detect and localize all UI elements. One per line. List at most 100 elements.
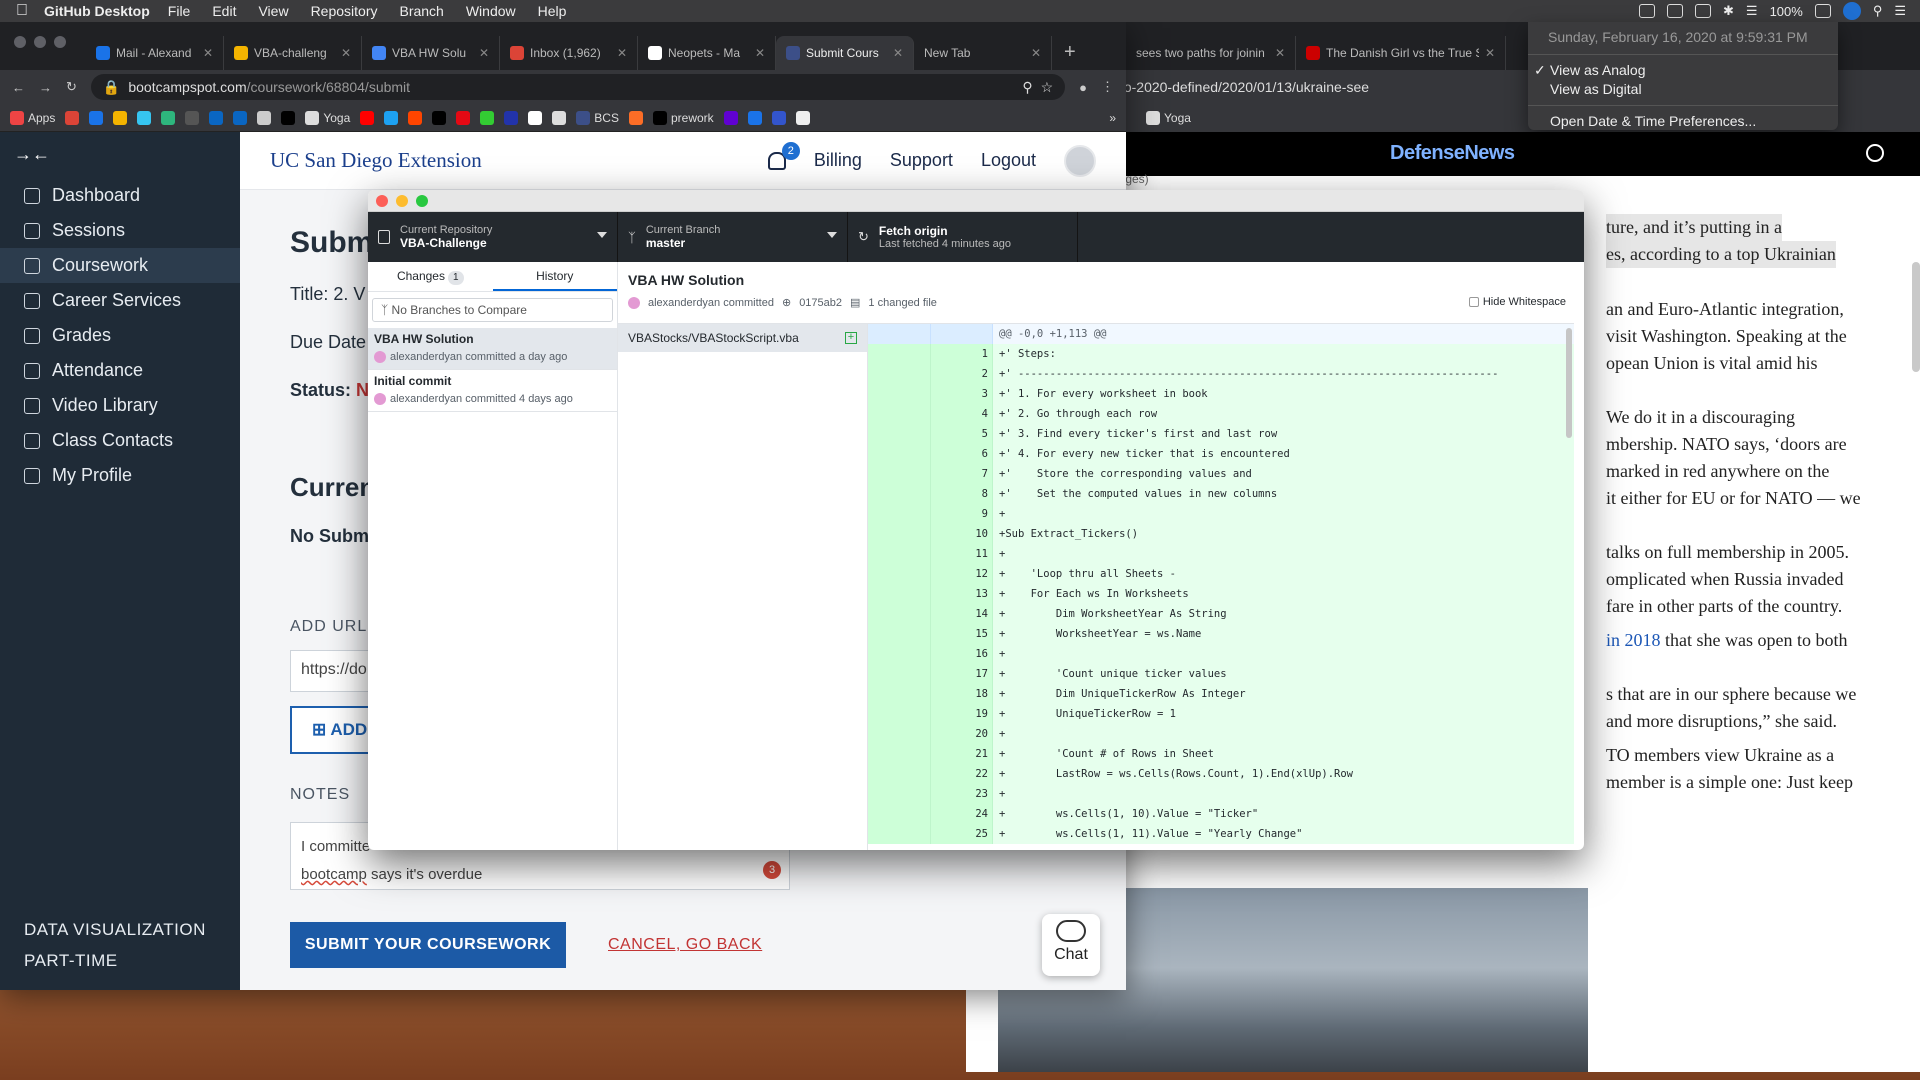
bookmark-icon[interactable] <box>257 110 272 125</box>
collapse-sidebar-icon[interactable]: →← <box>14 144 50 165</box>
bookmark-icon[interactable] <box>233 110 248 125</box>
close-window-button[interactable] <box>14 36 26 48</box>
menu-help[interactable]: Help <box>538 3 567 19</box>
bookmark-icon[interactable] <box>113 110 128 125</box>
close-window-button[interactable] <box>376 195 388 207</box>
bookmark-yoga[interactable]: Yoga <box>1146 111 1191 125</box>
view-as-analog-item[interactable]: ✓ View as Analog <box>1528 61 1838 80</box>
back-icon[interactable]: ← <box>12 80 25 95</box>
fetch-origin-button[interactable]: ↻ Fetch origin Last fetched 4 minutes ago <box>848 212 1078 262</box>
bookmark-icon[interactable] <box>432 110 447 125</box>
yahoo-bookmark-icon[interactable] <box>723 110 738 125</box>
tab-inbox[interactable]: Inbox (1,962) ✕ <box>500 36 638 70</box>
bookmark-icon[interactable] <box>209 110 224 125</box>
search-icon[interactable] <box>1866 144 1884 162</box>
close-icon[interactable]: ✕ <box>893 46 903 60</box>
menu-branch[interactable]: Branch <box>399 3 443 19</box>
gmail-status-icon[interactable] <box>1639 4 1655 18</box>
view-as-digital-item[interactable]: View as Digital <box>1528 80 1838 99</box>
close-icon[interactable]: ✕ <box>341 46 351 60</box>
scrollbar[interactable] <box>1566 328 1572 438</box>
new-tab-button[interactable]: + <box>1052 41 1088 70</box>
bookmark-icon[interactable] <box>89 110 104 125</box>
gitlab-bookmark-icon[interactable] <box>628 110 643 125</box>
more-bookmarks-icon[interactable]: » <box>1109 111 1116 125</box>
current-repository-dropdown[interactable]: Current Repository VBA-Challenge <box>368 212 618 262</box>
display-status-icon[interactable] <box>1667 4 1683 18</box>
close-icon[interactable]: ✕ <box>755 46 765 60</box>
avatar[interactable] <box>1064 144 1096 177</box>
sidebar-item-grades[interactable]: Grades <box>0 318 240 353</box>
sidebar-item-career-services[interactable]: Career Services <box>0 283 240 318</box>
menu-edit[interactable]: Edit <box>212 3 236 19</box>
hide-whitespace-checkbox[interactable]: Hide Whitespace <box>1468 296 1566 308</box>
tab-new-tab[interactable]: New Tab ✕ <box>914 36 1052 70</box>
file-list-item[interactable]: VBAStocks/VBAStockScript.vba + <box>618 324 867 352</box>
bookmark-icon[interactable] <box>552 110 567 125</box>
commit-sha[interactable]: 0175ab2 <box>799 297 842 309</box>
close-icon[interactable]: ✕ <box>203 46 213 60</box>
control-center-icon[interactable]: ☰ <box>1894 3 1906 19</box>
chat-button[interactable]: Chat <box>1042 914 1100 976</box>
clock-icon[interactable] <box>1842 2 1861 20</box>
commit-list-item[interactable]: Initial commit alexanderdyan committed 4… <box>368 370 617 412</box>
sidebar-item-sessions[interactable]: Sessions <box>0 213 240 248</box>
spellcheck-badge[interactable]: 3 <box>763 861 781 879</box>
bookmark-prework[interactable]: prework <box>652 110 714 125</box>
sidebar-item-my-profile[interactable]: My Profile <box>0 458 240 493</box>
nav-logout[interactable]: Logout <box>981 150 1036 171</box>
submit-coursework-button[interactable]: SUBMIT YOUR COURSEWORK <box>290 922 566 968</box>
bookmark-icon[interactable] <box>771 110 786 125</box>
sidebar-item-coursework[interactable]: Coursework <box>0 248 240 283</box>
tab-ukraine-article[interactable]: sees two paths for joinin ✕ <box>1126 36 1296 70</box>
bookmark-yoga[interactable]: Yoga <box>305 110 350 125</box>
bookmark-icon[interactable] <box>480 110 495 125</box>
current-branch-dropdown[interactable]: ᛉ Current Branch master <box>618 212 848 262</box>
youtube-bookmark-icon[interactable] <box>360 110 375 125</box>
bookmark-icon[interactable] <box>185 110 200 125</box>
battery-icon[interactable] <box>1814 4 1831 18</box>
diff-viewer[interactable]: @@ -0,0 +1,113 @@ 1 +' Steps: 2 +' --------… <box>868 324 1574 850</box>
netflix-bookmark-icon[interactable] <box>456 110 471 125</box>
nav-support[interactable]: Support <box>890 150 953 171</box>
reddit-bookmark-icon[interactable] <box>408 110 423 125</box>
tab-history[interactable]: History <box>492 262 617 291</box>
tab-mail[interactable]: Mail - Alexand ✕ <box>86 36 224 70</box>
address-bar[interactable]: 🔒 bootcampspot.com/coursework/68804/subm… <box>90 74 1066 100</box>
tab-submit-coursework[interactable]: Submit Cours ✕ <box>776 36 914 70</box>
article-link[interactable]: in 2018 <box>1606 630 1661 650</box>
tab-vba-challenge[interactable]: VBA-challeng ✕ <box>224 36 362 70</box>
apple-icon[interactable]:  <box>0 2 44 20</box>
reload-icon[interactable]: ↻ <box>66 79 77 95</box>
close-icon[interactable]: ✕ <box>1485 46 1495 60</box>
bookmark-icon[interactable] <box>747 110 762 125</box>
zoom-window-button[interactable] <box>54 36 66 48</box>
sidebar-item-attendance[interactable]: Attendance <box>0 353 240 388</box>
commit-list-item[interactable]: VBA HW Solution alexanderdyan committed … <box>368 328 617 370</box>
cancel-link[interactable]: CANCEL, GO BACK <box>608 936 762 954</box>
bookmark-bcs[interactable]: BCS <box>576 110 619 125</box>
scrollbar[interactable] <box>1912 262 1920 372</box>
amazon-bookmark-icon[interactable] <box>528 110 543 125</box>
zoom-window-button[interactable] <box>416 195 428 207</box>
close-icon[interactable]: ✕ <box>1275 46 1285 60</box>
menu-repository[interactable]: Repository <box>311 3 378 19</box>
tab-vba-hw-solution[interactable]: VBA HW Solu ✕ <box>362 36 500 70</box>
forward-icon[interactable]: → <box>39 80 52 95</box>
wifi-icon[interactable]: ☰ <box>1746 3 1758 19</box>
volume-icon[interactable] <box>1695 4 1711 18</box>
menu-icon[interactable]: ⋮ <box>1101 79 1114 95</box>
tab-neopets[interactable]: Neopets - Ma ✕ <box>638 36 776 70</box>
sidebar-item-dashboard[interactable]: Dashboard <box>0 178 240 213</box>
bluetooth-icon[interactable]: ✱ <box>1723 3 1734 19</box>
star-icon[interactable]: ☆ <box>1041 79 1054 96</box>
tab-changes[interactable]: Changes 1 <box>368 262 493 291</box>
bell-icon[interactable]: 2 <box>767 141 800 170</box>
bookmark-icon[interactable] <box>65 110 80 125</box>
ucsd-logo[interactable]: UC San Diego Extension <box>270 148 482 173</box>
minimize-window-button[interactable] <box>396 195 408 207</box>
menu-window[interactable]: Window <box>466 3 516 19</box>
bookmark-apps[interactable]: Apps <box>10 110 55 125</box>
app-name-menu[interactable]: GitHub Desktop <box>44 3 150 19</box>
extensions-icon[interactable]: ● <box>1079 80 1087 95</box>
